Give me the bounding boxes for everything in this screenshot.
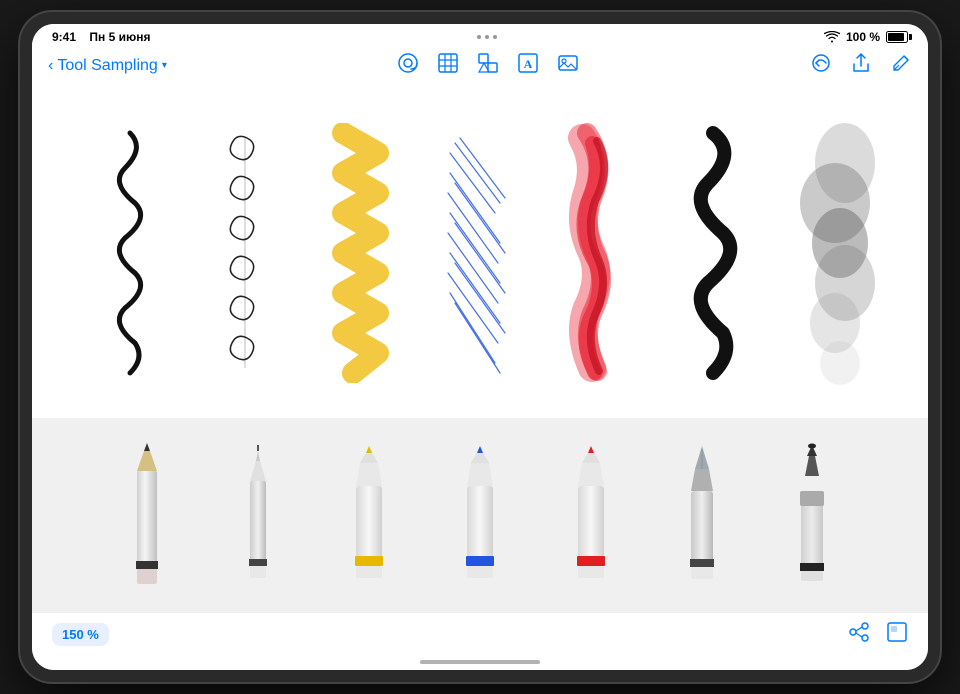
status-bar: 9:41 Пн 5 июня 100 % bbox=[32, 24, 928, 48]
home-indicator bbox=[32, 656, 928, 670]
dot2 bbox=[485, 35, 489, 39]
toolbar-left: ‹ Tool Sampling ▾ bbox=[48, 57, 167, 75]
stroke-pen-black bbox=[75, 113, 185, 393]
tool-fountain-pen[interactable] bbox=[657, 431, 747, 601]
toolbar: ‹ Tool Sampling ▾ bbox=[32, 48, 928, 87]
back-button[interactable]: ‹ bbox=[48, 57, 53, 75]
dot1 bbox=[477, 35, 481, 39]
edit-icon[interactable] bbox=[890, 52, 912, 79]
tool-marker-blue[interactable] bbox=[435, 431, 525, 601]
dot3 bbox=[493, 35, 497, 39]
stroke-brushpen-black bbox=[658, 113, 768, 393]
ipad-screen: 9:41 Пн 5 июня 100 % bbox=[32, 24, 928, 670]
toolbar-center: A bbox=[397, 52, 579, 79]
text-icon[interactable]: A bbox=[517, 52, 539, 79]
battery-indicator bbox=[886, 31, 908, 43]
status-time-date: 9:41 Пн 5 июня bbox=[52, 30, 150, 44]
title-dropdown-icon: ▾ bbox=[162, 60, 167, 71]
battery-label: 100 % bbox=[846, 30, 880, 44]
doc-title-text: Tool Sampling bbox=[57, 57, 158, 75]
home-bar bbox=[420, 660, 540, 664]
zoom-level[interactable]: 150 % bbox=[52, 623, 109, 646]
tool-fineliner[interactable] bbox=[213, 431, 303, 601]
tool-marker-yellow[interactable] bbox=[324, 431, 414, 601]
stroke-watercolor-gray bbox=[775, 113, 885, 393]
stroke-pencil-blue bbox=[425, 113, 535, 393]
document-title[interactable]: Tool Sampling ▾ bbox=[57, 57, 167, 75]
toolbar-right bbox=[810, 52, 912, 79]
image-icon[interactable] bbox=[557, 52, 579, 79]
status-time: 9:41 bbox=[52, 30, 76, 44]
nodes-icon[interactable] bbox=[848, 621, 870, 648]
stroke-marker-yellow bbox=[308, 113, 418, 393]
tool-marker-red[interactable] bbox=[546, 431, 636, 601]
status-dots bbox=[477, 35, 497, 39]
wifi-icon bbox=[824, 31, 840, 43]
shapes-icon[interactable] bbox=[477, 52, 499, 79]
canvas-area[interactable] bbox=[32, 87, 928, 613]
stroke-crayon-red bbox=[542, 113, 652, 393]
tool-pencil[interactable] bbox=[102, 431, 192, 601]
stroke-fineliner-black bbox=[192, 113, 302, 393]
undo-icon[interactable] bbox=[810, 52, 832, 79]
status-right: 100 % bbox=[824, 30, 908, 44]
battery-fill bbox=[888, 33, 904, 41]
bottom-right-icons bbox=[848, 621, 908, 648]
tool-brush[interactable] bbox=[767, 431, 857, 601]
mention-icon[interactable] bbox=[397, 52, 419, 79]
drawing-area bbox=[32, 87, 928, 418]
table-icon[interactable] bbox=[437, 52, 459, 79]
svg-text:A: A bbox=[524, 57, 533, 71]
tool-tray bbox=[32, 418, 928, 613]
status-date: Пн 5 июня bbox=[89, 30, 150, 44]
layout-icon[interactable] bbox=[886, 621, 908, 648]
share-icon[interactable] bbox=[850, 52, 872, 79]
ipad-frame: 9:41 Пн 5 июня 100 % bbox=[20, 12, 940, 682]
bottom-bar: 150 % bbox=[32, 613, 928, 656]
